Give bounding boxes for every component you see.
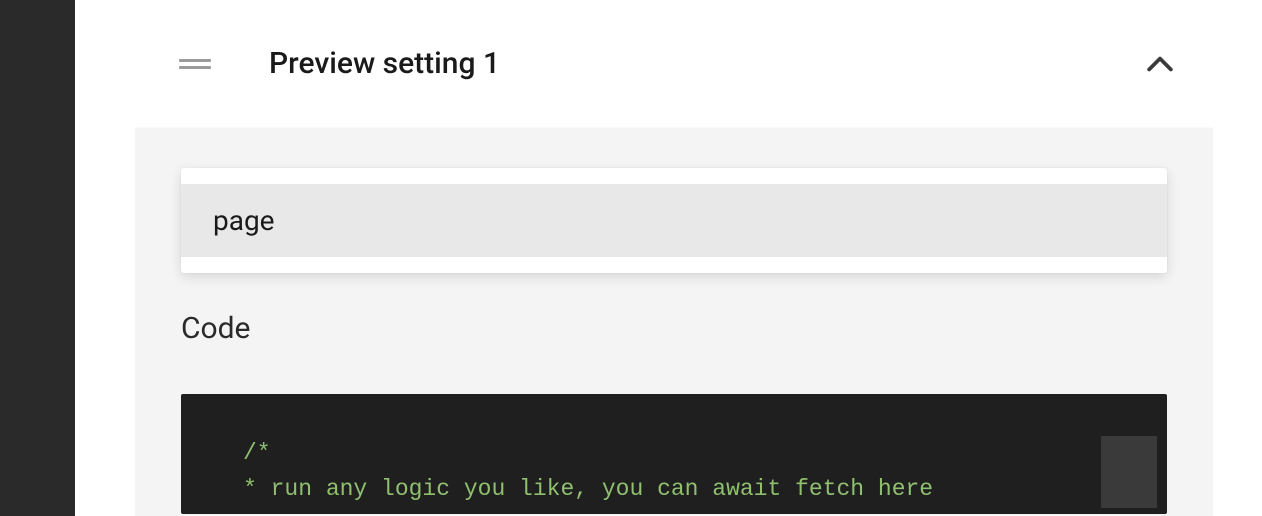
tab-row: page (181, 168, 1167, 273)
panel-header: Preview setting 1 (135, 0, 1213, 128)
content-area: page Code /* * run any logic you like, y… (135, 128, 1213, 516)
drag-handle-icon[interactable] (179, 59, 211, 69)
tab-page[interactable]: page (181, 184, 1167, 257)
main-panel: Preview setting 1 page Code /* * run any… (135, 0, 1213, 516)
collapse-button[interactable] (1147, 51, 1173, 77)
dark-sidebar (0, 0, 75, 516)
code-section-label: Code (181, 311, 1167, 346)
code-editor[interactable]: /* * run any logic you like, you can awa… (181, 394, 1167, 514)
code-line: * run any logic you like, you can await … (243, 472, 1105, 508)
panel-title: Preview setting 1 (269, 46, 1147, 81)
chevron-up-icon (1147, 56, 1173, 72)
scrollbar-thumb[interactable] (1101, 436, 1157, 508)
code-line: /* (243, 436, 1105, 472)
